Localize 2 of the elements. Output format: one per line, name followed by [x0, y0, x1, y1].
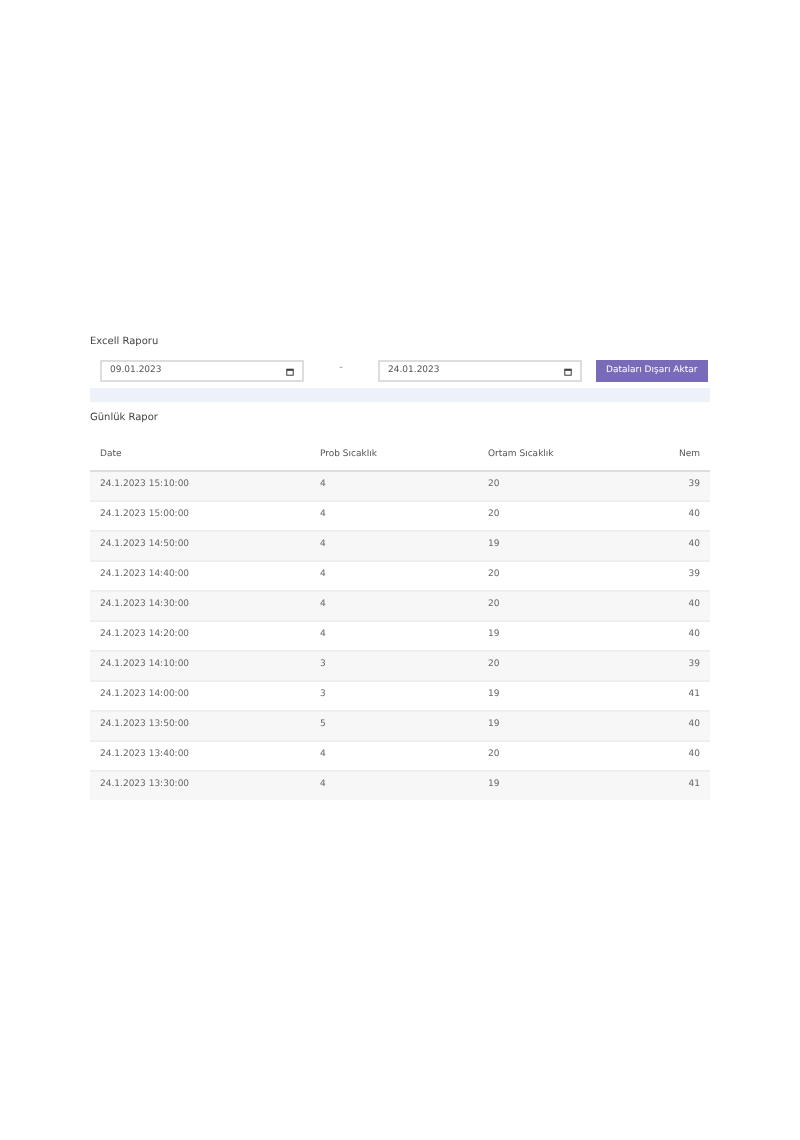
calendar-icon[interactable]	[564, 367, 572, 375]
calendar-icon[interactable]	[286, 367, 294, 375]
